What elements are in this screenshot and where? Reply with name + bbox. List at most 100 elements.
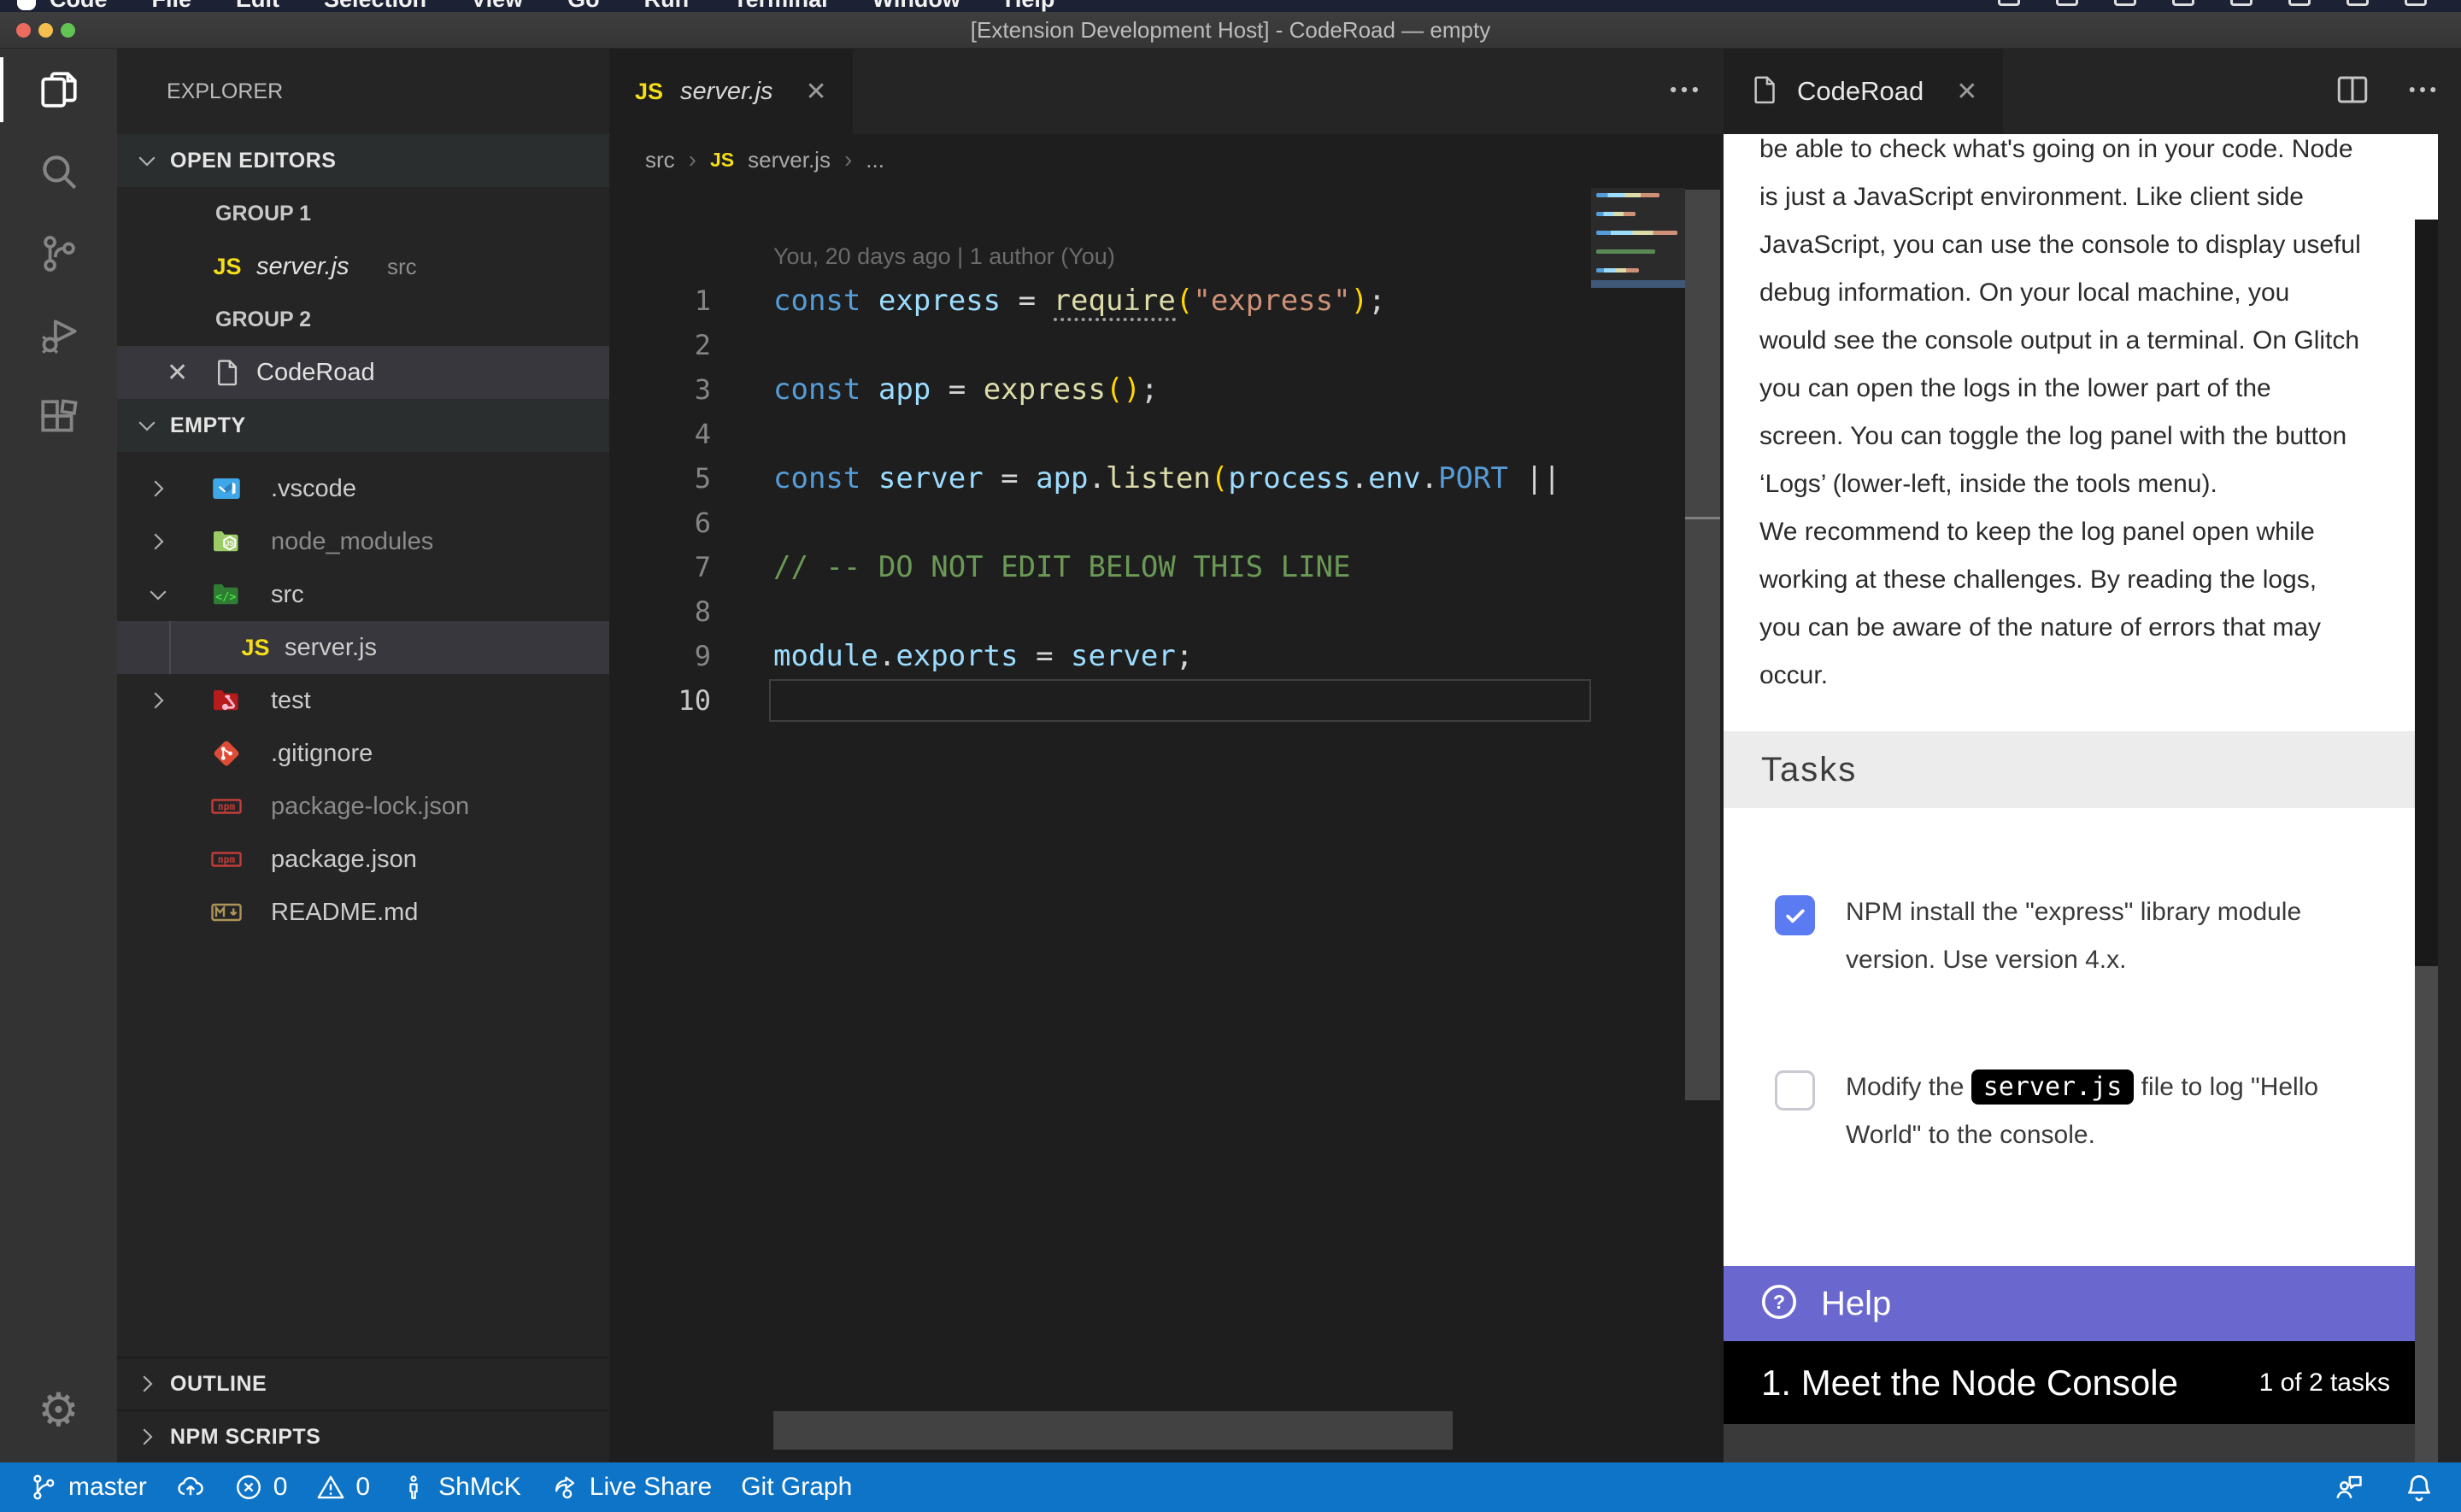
tutorial-text-line: ‘Logs’ (lower-left, inside the tools men…	[1759, 460, 2417, 508]
menu-item-code[interactable]: Code	[50, 0, 108, 12]
shield-icon[interactable]	[2114, 0, 2136, 6]
editor-horizontal-scrollbar[interactable]	[773, 1411, 1453, 1450]
tree-item-icon-slot: JS	[208, 526, 245, 557]
split-editor-icon[interactable]	[2335, 72, 2370, 112]
checkbox-unchecked[interactable]	[1775, 1070, 1815, 1111]
code-area[interactable]: 1const express = require("express");23co…	[609, 278, 1724, 723]
code-line-6[interactable]: 6	[609, 501, 1724, 545]
breadcrumb[interactable]: src›JSserver.js›...	[609, 134, 1724, 185]
git-icon	[211, 738, 242, 769]
minimize-window-button[interactable]	[38, 23, 53, 38]
level-progress-bar[interactable]: 1. Meet the Node Console 1 of 2 tasks	[1724, 1341, 2438, 1424]
close-window-button[interactable]	[16, 23, 31, 38]
npm-icon: npm	[211, 844, 242, 875]
play-icon[interactable]	[2172, 0, 2194, 6]
webview-scrollbar[interactable]	[2415, 220, 2438, 1462]
status-item-git-branch[interactable]: master	[29, 1473, 147, 1502]
checkbox-checked[interactable]	[1775, 895, 1815, 935]
tree-item-src[interactable]: </>src	[117, 568, 609, 621]
tutorial-text-line: We recommend to keep the log panel open …	[1759, 508, 2417, 556]
tree-item-test[interactable]: test	[117, 674, 609, 727]
status-item-feedback[interactable]	[2333, 1471, 2365, 1503]
activity-source-control[interactable]	[0, 213, 117, 295]
tab-coderoad[interactable]: CodeRoad ✕	[1724, 49, 2003, 134]
question-circle-icon: ?	[1724, 1282, 1799, 1326]
menu-item-selection[interactable]: Selection	[324, 0, 426, 12]
code-line-5[interactable]: 5const server = app.listen(process.env.P…	[609, 456, 1724, 501]
menu-item-file[interactable]: File	[152, 0, 192, 12]
extensions-icon	[38, 396, 80, 439]
menu-item-view[interactable]: View	[471, 0, 523, 12]
more-actions-icon[interactable]	[1665, 71, 1703, 113]
tree-item-server-js[interactable]: JSserver.js	[117, 621, 609, 674]
tab-server-js[interactable]: JS server.js ✕	[609, 49, 853, 134]
activity-search[interactable]	[0, 131, 117, 213]
cloud-upload-icon	[176, 1473, 205, 1502]
code-line-3[interactable]: 3const app = express();	[609, 367, 1724, 412]
status-item-warnings[interactable]: 0	[316, 1473, 370, 1502]
menu-item-help[interactable]: Help	[1005, 0, 1055, 12]
section-label: EMPTY	[170, 413, 246, 438]
apple-icon[interactable]	[17, 0, 36, 10]
menu-item-go[interactable]: Go	[567, 0, 600, 12]
status-item-live-share[interactable]: Live Share	[550, 1473, 712, 1502]
breadcrumb-separator: ›	[844, 146, 852, 173]
status-item-errors[interactable]: 0	[234, 1473, 288, 1502]
breadcrumb-item[interactable]: src	[645, 147, 675, 173]
section-open-editors[interactable]: OPEN EDITORS	[117, 134, 609, 187]
open-editor-server-js[interactable]: JSserver.jssrc	[117, 240, 609, 293]
section-outline[interactable]: OUTLINE	[117, 1357, 609, 1409]
tree-item-node-modules[interactable]: JSnode_modules	[117, 515, 609, 568]
close-tab-icon[interactable]: ✕	[1956, 77, 1977, 107]
tree-item-package-lock-json[interactable]: npmpackage-lock.json	[117, 780, 609, 833]
close-tab-icon[interactable]: ✕	[806, 77, 827, 107]
section-folder-empty[interactable]: EMPTY	[117, 399, 609, 452]
close-editor-icon[interactable]: ✕	[167, 358, 188, 388]
menu-item-terminal[interactable]: Terminal	[733, 0, 828, 12]
more-actions-icon[interactable]	[2405, 72, 2440, 112]
breadcrumb-item[interactable]: server.js	[748, 147, 831, 173]
code-line-2[interactable]: 2	[609, 323, 1724, 367]
mic-icon[interactable]	[2230, 0, 2252, 6]
tree-item-package-json[interactable]: npmpackage.json	[117, 833, 609, 886]
status-item-sync[interactable]	[176, 1473, 205, 1502]
js-badge: JS	[710, 149, 734, 172]
code-line-9[interactable]: 9module.exports = server;	[609, 634, 1724, 678]
menu-item-window[interactable]: Window	[872, 0, 960, 12]
activity-extensions[interactable]	[0, 377, 117, 459]
chevron-down-icon[interactable]	[2056, 0, 2078, 6]
code-line-7[interactable]: 7// -- DO NOT EDIT BELOW THIS LINE	[609, 545, 1724, 589]
battery-icon[interactable]	[2288, 0, 2311, 6]
editor-vertical-scrollbar[interactable]	[1685, 190, 1720, 1100]
code-line-4[interactable]: 4	[609, 412, 1724, 456]
activity-explorer[interactable]	[0, 49, 117, 131]
code-text: const app = express();	[773, 372, 1158, 407]
code-line-8[interactable]: 8	[609, 589, 1724, 634]
webview-scrollbar-thumb[interactable]	[2415, 966, 2438, 1462]
activity-manage[interactable]: ⚙	[0, 1368, 117, 1450]
breadcrumb-item[interactable]: ...	[866, 147, 884, 173]
tree-item-readme-md[interactable]: README.md	[117, 886, 609, 939]
activity-run-debug[interactable]	[0, 295, 117, 377]
search-icon[interactable]	[2346, 0, 2369, 6]
tree-item--gitignore[interactable]: .gitignore	[117, 727, 609, 780]
display-icon[interactable]	[1998, 0, 2020, 6]
menu-item-run[interactable]: Run	[644, 0, 689, 12]
maximize-window-button[interactable]	[61, 23, 75, 38]
status-item-live-share-account[interactable]: ShMcK	[399, 1473, 521, 1502]
tree-item--vscode[interactable]: .vscode	[117, 462, 609, 515]
help-button[interactable]: ? Help	[1724, 1266, 2438, 1341]
status-item-label: 0	[355, 1473, 370, 1502]
section-npm-scripts[interactable]: NPM SCRIPTS	[117, 1409, 609, 1462]
tree-item-label: .vscode	[271, 475, 356, 503]
menu-item-edit[interactable]: Edit	[236, 0, 279, 12]
line-number: 9	[609, 640, 711, 672]
code-line-1[interactable]: 1const express = require("express");	[609, 278, 1724, 323]
status-item-git-graph[interactable]: Git Graph	[741, 1473, 852, 1502]
minimap[interactable]	[1591, 188, 1685, 337]
siri-icon[interactable]	[2405, 0, 2427, 6]
svg-text:npm: npm	[218, 854, 236, 865]
code-line-10[interactable]: 10	[609, 678, 1724, 723]
status-item-notifications[interactable]	[2403, 1471, 2435, 1503]
open-editor-coderoad[interactable]: ✕CodeRoad	[117, 346, 609, 399]
